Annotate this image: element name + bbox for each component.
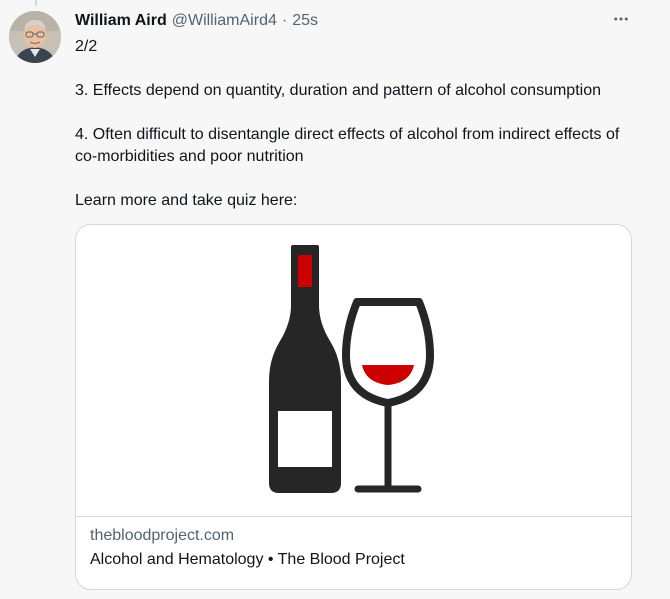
link-title: Alcohol and Hematology • The Blood Proje…	[90, 551, 405, 568]
point-3-text: 3. Effects depend on quantity, duration …	[75, 82, 601, 99]
link-domain: thebloodproject.com	[90, 527, 235, 544]
timestamp[interactable]: 25s	[292, 12, 318, 30]
more-options-icon	[612, 10, 630, 33]
author-name[interactable]: William Aird	[75, 12, 167, 30]
link-preview-card[interactable]: thebloodproject.com Alcohol and Hematolo…	[75, 224, 632, 590]
link-preview-image[interactable]	[76, 225, 631, 517]
more-options-button[interactable]	[609, 9, 633, 33]
cta-text: Learn more and take quiz here:	[75, 192, 298, 209]
avatar[interactable]	[9, 11, 61, 63]
author-handle[interactable]: @WilliamAird4	[172, 12, 277, 30]
tweet-text: 2/2 3. Effects depend on quantity, durat…	[75, 36, 645, 212]
point-4-text: 4. Often difficult to disentangle direct…	[75, 126, 620, 165]
tweet-header: William Aird @WilliamAird4 · 25s	[75, 12, 318, 34]
wine-glass-icon	[342, 298, 434, 493]
header-separator: ·	[281, 12, 288, 29]
wine-bottle-icon	[269, 245, 341, 493]
thread-connector-line	[35, 0, 37, 6]
thread-counter: 2/2	[75, 38, 98, 55]
